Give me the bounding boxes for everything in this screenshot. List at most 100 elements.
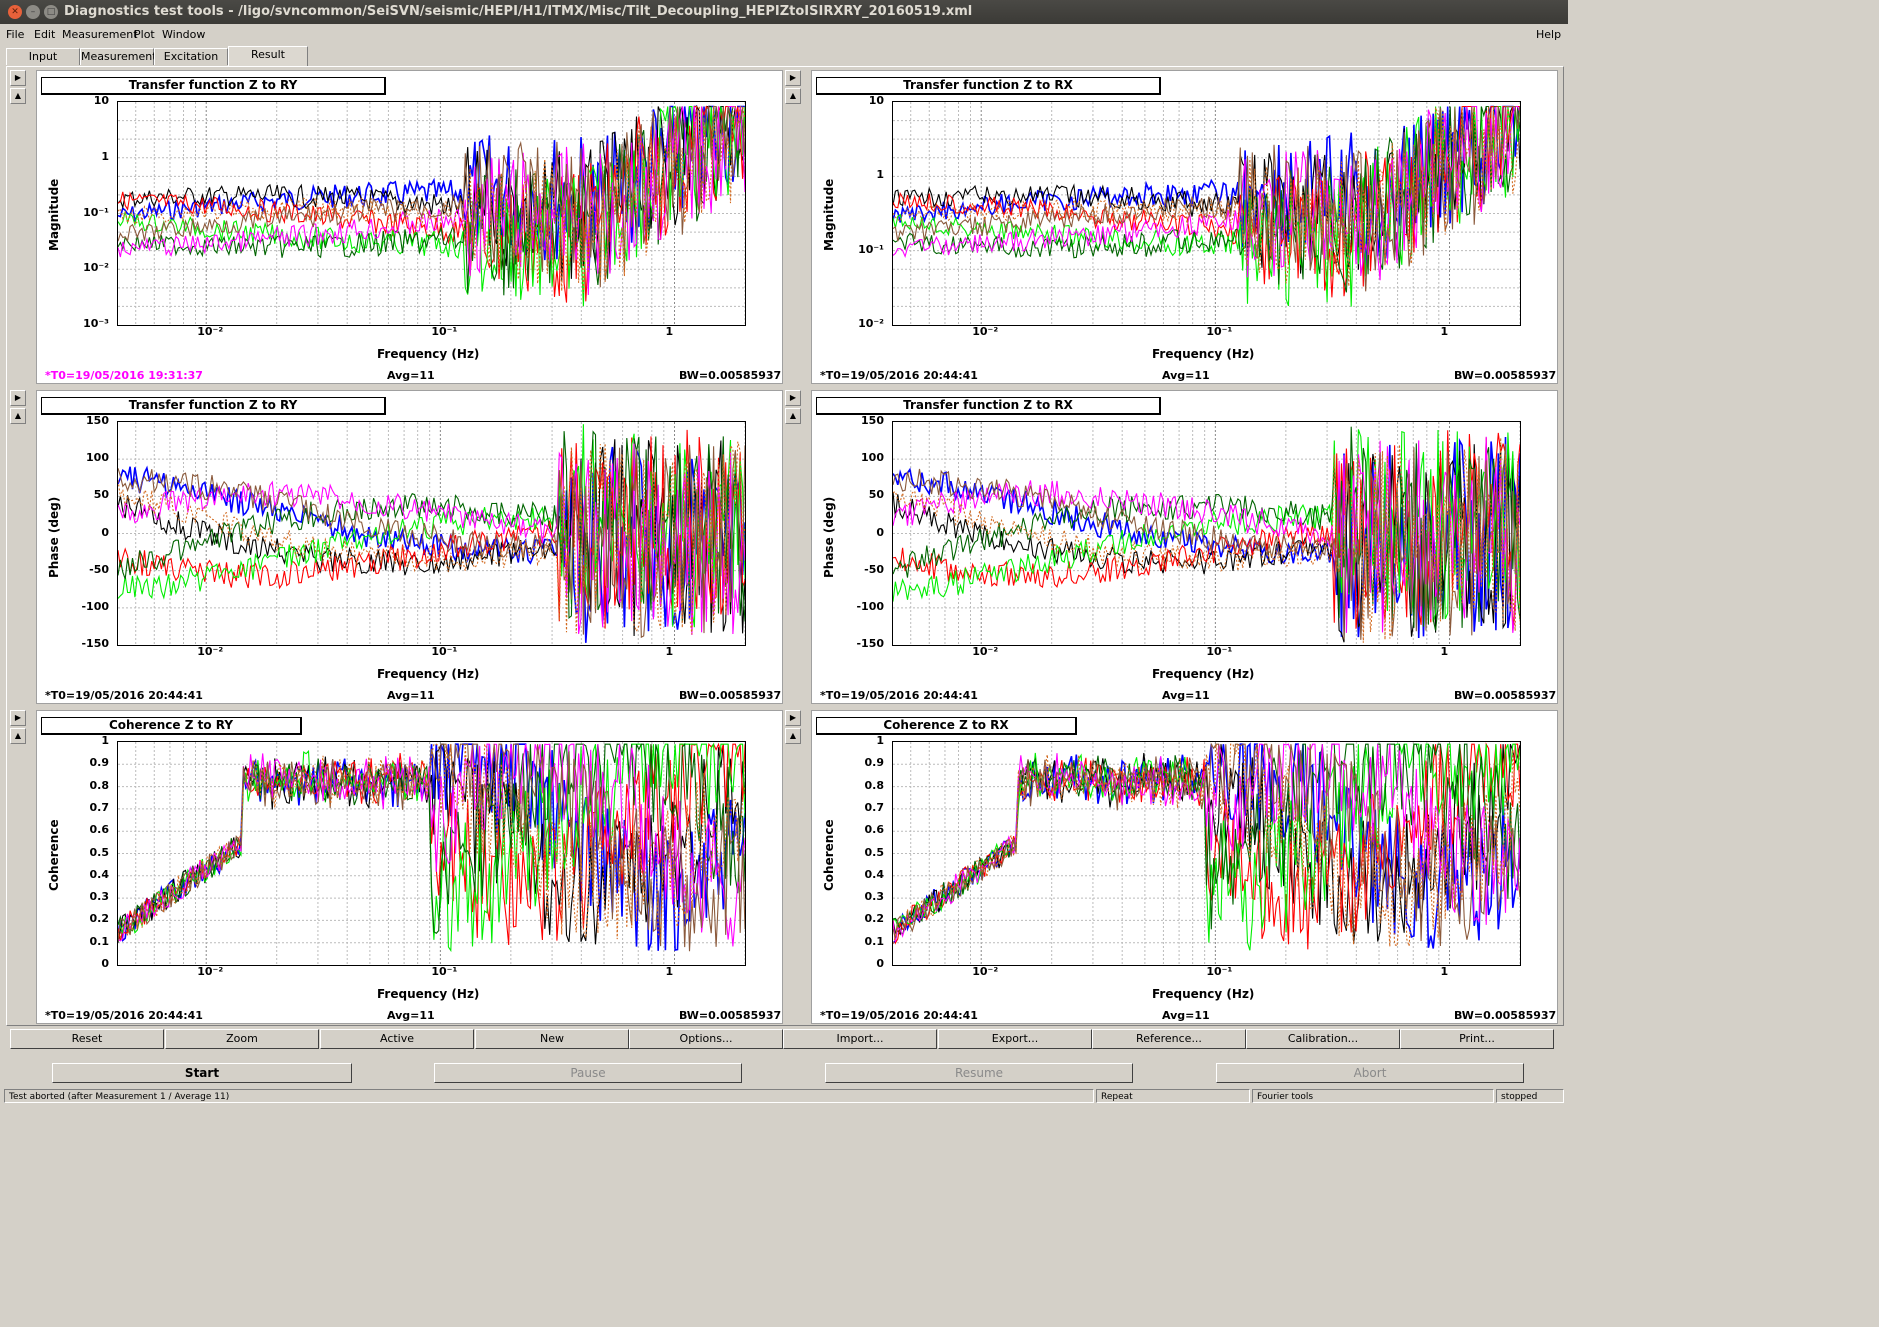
plot-pad[interactable]: Coherence Z to RX Coherence 1 0.9 0.8 0.7 0.6 0… xyxy=(811,710,1558,1024)
import-button[interactable]: Import... xyxy=(783,1029,937,1049)
plot-area[interactable] xyxy=(892,421,1521,646)
avg-label: Avg=11 xyxy=(387,689,435,702)
t0-label: *T0=19/05/2016 20:44:41 xyxy=(45,689,203,702)
plot-panel-phase-rx: ▶ ▲ Transfer function Z to RX Phase (deg) 15… xyxy=(785,390,1558,704)
x-tick-label: 10⁻¹ xyxy=(1206,645,1233,658)
panel-collapse-icon[interactable]: ▲ xyxy=(785,728,801,744)
y-tick-label: 0.1 xyxy=(864,934,885,948)
new-button[interactable]: New xyxy=(475,1029,629,1049)
y-tick-label: 0.4 xyxy=(89,867,110,881)
tab-excitation[interactable]: Excitation xyxy=(154,48,228,65)
menu-bar: File Edit Measurement Plot Window Help xyxy=(0,24,1568,46)
panel-collapse-icon[interactable]: ▲ xyxy=(785,88,801,104)
plot-canvas xyxy=(118,742,745,965)
x-tick-label: 10⁻² xyxy=(197,645,224,658)
menu-help[interactable]: Help xyxy=(1536,28,1561,41)
panel-expand-icon[interactable]: ▶ xyxy=(10,710,26,726)
x-axis-label: Frequency (Hz) xyxy=(1152,667,1255,681)
plot-area[interactable] xyxy=(117,741,746,966)
tab-input[interactable]: Input xyxy=(6,48,80,65)
y-tick-label: 0.6 xyxy=(89,823,110,837)
plot-pad[interactable]: Transfer function Z to RX Phase (deg) 150 1… xyxy=(811,390,1558,704)
panel-expand-icon[interactable]: ▶ xyxy=(10,390,26,406)
y-tick-label: 50 xyxy=(93,488,109,502)
menu-plot[interactable]: Plot xyxy=(134,28,155,41)
menu-file[interactable]: File xyxy=(6,28,24,41)
y-tick-label: -50 xyxy=(864,562,884,576)
plot-canvas xyxy=(118,102,745,325)
y-tick-label: 0.2 xyxy=(89,912,110,926)
y-tick-label: 1 xyxy=(876,168,884,182)
x-axis-label: Frequency (Hz) xyxy=(377,667,480,681)
x-tick-label: 10⁻¹ xyxy=(431,325,458,338)
plot-area[interactable] xyxy=(117,421,746,646)
y-tick-label: 0 xyxy=(101,957,109,970)
x-tick-label: 1 xyxy=(1440,325,1449,338)
plot-area[interactable] xyxy=(117,101,746,326)
x-tick-label: 10⁻² xyxy=(197,325,224,338)
x-tick-label: 10⁻² xyxy=(972,965,999,978)
x-tick-label: 1 xyxy=(665,645,674,658)
panel-expand-icon[interactable]: ▶ xyxy=(785,390,801,406)
y-tick-label: -150 xyxy=(856,637,884,650)
panel-collapse-icon[interactable]: ▲ xyxy=(10,88,26,104)
plot-title: Transfer function Z to RY xyxy=(41,77,386,95)
plot-panel-coh-ry: ▶ ▲ Coherence Z to RY Coherence 1 0.9 0.8 0.7 0.… xyxy=(10,710,783,1024)
plot-area[interactable] xyxy=(892,741,1521,966)
x-axis-label: Frequency (Hz) xyxy=(1152,347,1255,361)
plot-pad[interactable]: Coherence Z to RY Coherence 1 0.9 0.8 0.7 0.6 0… xyxy=(36,710,783,1024)
y-tick-label: 0.4 xyxy=(864,867,885,881)
plot-pad[interactable]: Transfer function Z to RY Phase (deg) 150 1… xyxy=(36,390,783,704)
minimize-window-icon[interactable]: – xyxy=(26,5,40,19)
panel-expand-icon[interactable]: ▶ xyxy=(785,70,801,86)
y-tick-label: 150 xyxy=(861,414,884,427)
panel-collapse-icon[interactable]: ▲ xyxy=(10,408,26,424)
resume-button[interactable]: Resume xyxy=(825,1063,1133,1083)
menu-window[interactable]: Window xyxy=(162,28,205,41)
print-button[interactable]: Print... xyxy=(1400,1029,1554,1049)
plot-pad[interactable]: Transfer function Z to RY Magnitude 10 1 10⁻… xyxy=(36,70,783,384)
panel-expand-icon[interactable]: ▶ xyxy=(10,70,26,86)
menu-edit[interactable]: Edit xyxy=(34,28,55,41)
y-tick-label: -150 xyxy=(81,637,109,650)
y-axis-label: Coherence xyxy=(47,818,61,891)
y-axis-label: Phase (deg) xyxy=(47,496,61,578)
y-tick-label: 10⁻¹ xyxy=(858,242,884,256)
start-button[interactable]: Start xyxy=(52,1063,352,1083)
plot-pad[interactable]: Transfer function Z to RX Magnitude 10 1 10⁻… xyxy=(811,70,1558,384)
y-tick-label: 100 xyxy=(86,451,109,465)
bw-label: BW=0.00585937 xyxy=(679,1009,782,1022)
t0-label: *T0=19/05/2016 19:31:37 xyxy=(45,369,203,382)
panel-expand-icon[interactable]: ▶ xyxy=(785,710,801,726)
menu-measurement[interactable]: Measurement xyxy=(62,28,138,41)
x-tick-label: 10⁻¹ xyxy=(1206,965,1233,978)
close-window-icon[interactable]: ✕ xyxy=(8,5,22,19)
zoom-button[interactable]: Zoom xyxy=(165,1029,319,1049)
plot-canvas xyxy=(893,102,1520,325)
pause-button[interactable]: Pause xyxy=(434,1063,742,1083)
plot-area[interactable] xyxy=(892,101,1521,326)
export-button[interactable]: Export... xyxy=(938,1029,1092,1049)
reference-button[interactable]: Reference... xyxy=(1092,1029,1246,1049)
abort-button[interactable]: Abort xyxy=(1216,1063,1524,1083)
y-tick-label: 1 xyxy=(101,734,109,747)
y-axis-label: Magnitude xyxy=(822,178,836,251)
maximize-window-icon[interactable]: □ xyxy=(44,5,58,19)
calibration-button[interactable]: Calibration... xyxy=(1246,1029,1400,1049)
y-tick-label: 100 xyxy=(861,451,884,465)
panel-collapse-icon[interactable]: ▲ xyxy=(785,408,801,424)
status-message: Test aborted (after Measurement 1 / Aver… xyxy=(4,1089,1094,1103)
y-tick-label: 0.3 xyxy=(864,890,885,904)
plot-title: Transfer function Z to RX xyxy=(816,77,1161,95)
status-fourier: Fourier tools xyxy=(1252,1089,1494,1103)
y-tick-label: 0.8 xyxy=(864,778,885,792)
panel-collapse-icon[interactable]: ▲ xyxy=(10,728,26,744)
options-button[interactable]: Options... xyxy=(629,1029,783,1049)
active-button[interactable]: Active xyxy=(320,1029,474,1049)
tab-measurement[interactable]: Measurement xyxy=(80,48,157,65)
reset-button[interactable]: Reset xyxy=(10,1029,164,1049)
x-axis-label: Frequency (Hz) xyxy=(377,987,480,1001)
bw-label: BW=0.00585937 xyxy=(1454,689,1557,702)
tab-result[interactable]: Result xyxy=(228,46,308,66)
t0-label: *T0=19/05/2016 20:44:41 xyxy=(45,1009,203,1022)
